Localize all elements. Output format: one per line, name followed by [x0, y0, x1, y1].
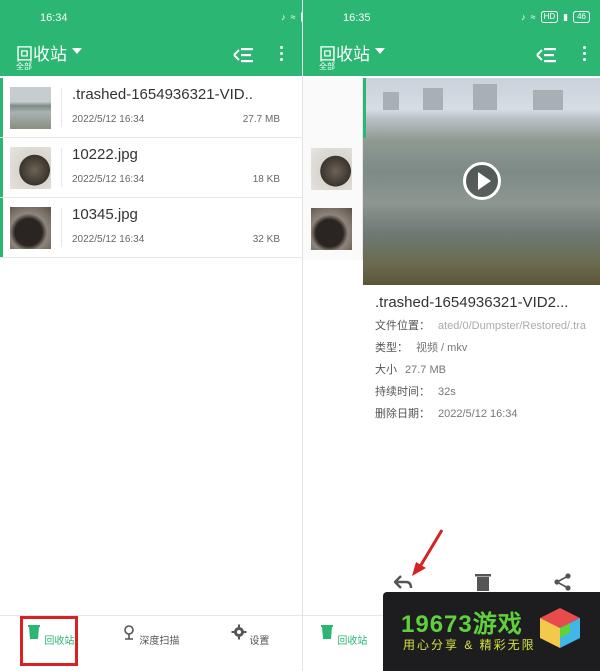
file-date: 2022/5/12 16:34 [72, 234, 145, 245]
file-size: 18 KB [252, 174, 280, 185]
cat-photo-thumbnail [311, 208, 352, 250]
file-date: 2022/5/12 16:34 [72, 174, 145, 185]
file-name: .trashed-1654936321-VID... [72, 86, 252, 103]
play-icon[interactable] [463, 162, 501, 200]
signal-icon: ▮ [563, 11, 569, 22]
cat-photo-thumbnail [10, 207, 51, 249]
nav-label: 深度扫描 [139, 636, 180, 647]
filter-dropdown-icon[interactable] [375, 48, 385, 54]
watermark-slogan: 用心分享 & 精彩无限 [403, 638, 536, 652]
trash-icon [320, 625, 333, 639]
status-bar: 16:35 ♪ ≈ HD ▮ 46 [303, 0, 600, 36]
notification-icon: ♪ [281, 12, 286, 22]
cat-photo-thumbnail [10, 147, 51, 189]
video-preview[interactable] [363, 78, 600, 285]
detail-deleted-date: 删除日期： 2022/5/12 16:34 [375, 408, 518, 420]
cat-photo-thumbnail [311, 148, 352, 190]
filter-dropdown-icon[interactable] [72, 48, 82, 54]
sort-icon[interactable] [232, 46, 254, 64]
watermark-brand: 19673游戏 [401, 611, 523, 638]
nav-label: 设置 [249, 636, 270, 647]
file-name: 10345.jpg [72, 206, 138, 223]
notification-icon: ♪ [521, 12, 526, 22]
nav-item-recycle-bin[interactable]: 回收站 [313, 624, 373, 647]
cube-logo-icon [540, 608, 580, 648]
detail-size: 大小 27.7 MB [375, 364, 446, 376]
file-details: .trashed-1654936321-VID2... 文件位置： ated/0/… [375, 294, 599, 421]
detail-title: .trashed-1654936321-VID2... [375, 294, 569, 311]
nav-item-settings[interactable]: 设置 [210, 624, 290, 647]
annotation-arrow-icon [412, 529, 444, 576]
share-icon[interactable] [553, 572, 573, 592]
status-icons: ♪ ≈ HD ▮ 46 [521, 11, 590, 23]
annotation-highlight-box [20, 616, 78, 666]
more-options-icon[interactable] [278, 46, 284, 64]
app-bar: 回收站 全部 [303, 36, 600, 76]
watermark-logo: 19673游戏 用心分享 & 精彩无限 [383, 592, 600, 671]
detail-duration: 持续时间： 32s [375, 386, 456, 398]
battery-icon: 46 [573, 11, 590, 23]
detail-type: 类型： 视频 / mkv [375, 342, 468, 354]
filter-subtitle: 全部 [319, 62, 335, 71]
file-size: 32 KB [252, 234, 280, 245]
wifi-icon: ≈ [290, 12, 296, 22]
hd-badge: HD [540, 11, 559, 23]
nav-item-deep-scan[interactable]: 深度扫描 [110, 624, 190, 647]
sort-icon[interactable] [535, 46, 557, 64]
gear-icon [231, 624, 247, 640]
status-time: 16:35 [343, 12, 371, 24]
more-options-icon[interactable] [581, 46, 587, 64]
lake-video-thumbnail [10, 87, 51, 129]
bottom-navigation: 回收站 [303, 615, 383, 671]
file-list-peek [303, 78, 363, 260]
filter-subtitle: 全部 [16, 62, 32, 71]
file-date: 2022/5/12 16:34 [72, 114, 145, 125]
wifi-icon: ≈ [530, 12, 536, 22]
scan-icon [123, 625, 134, 640]
file-name: 10222.jpg [72, 146, 138, 163]
status-time: 16:34 [40, 12, 68, 24]
file-size: 27.7 MB [242, 114, 280, 125]
delete-icon[interactable] [473, 572, 493, 592]
nav-label: 回收站 [337, 636, 368, 647]
detail-location: 文件位置： ated/0/Dumpster/Restored/.tra [375, 320, 586, 332]
right-screen: 16:35 ♪ ≈ HD ▮ 46 回收站 全部 .trashed-165493… [302, 0, 600, 671]
